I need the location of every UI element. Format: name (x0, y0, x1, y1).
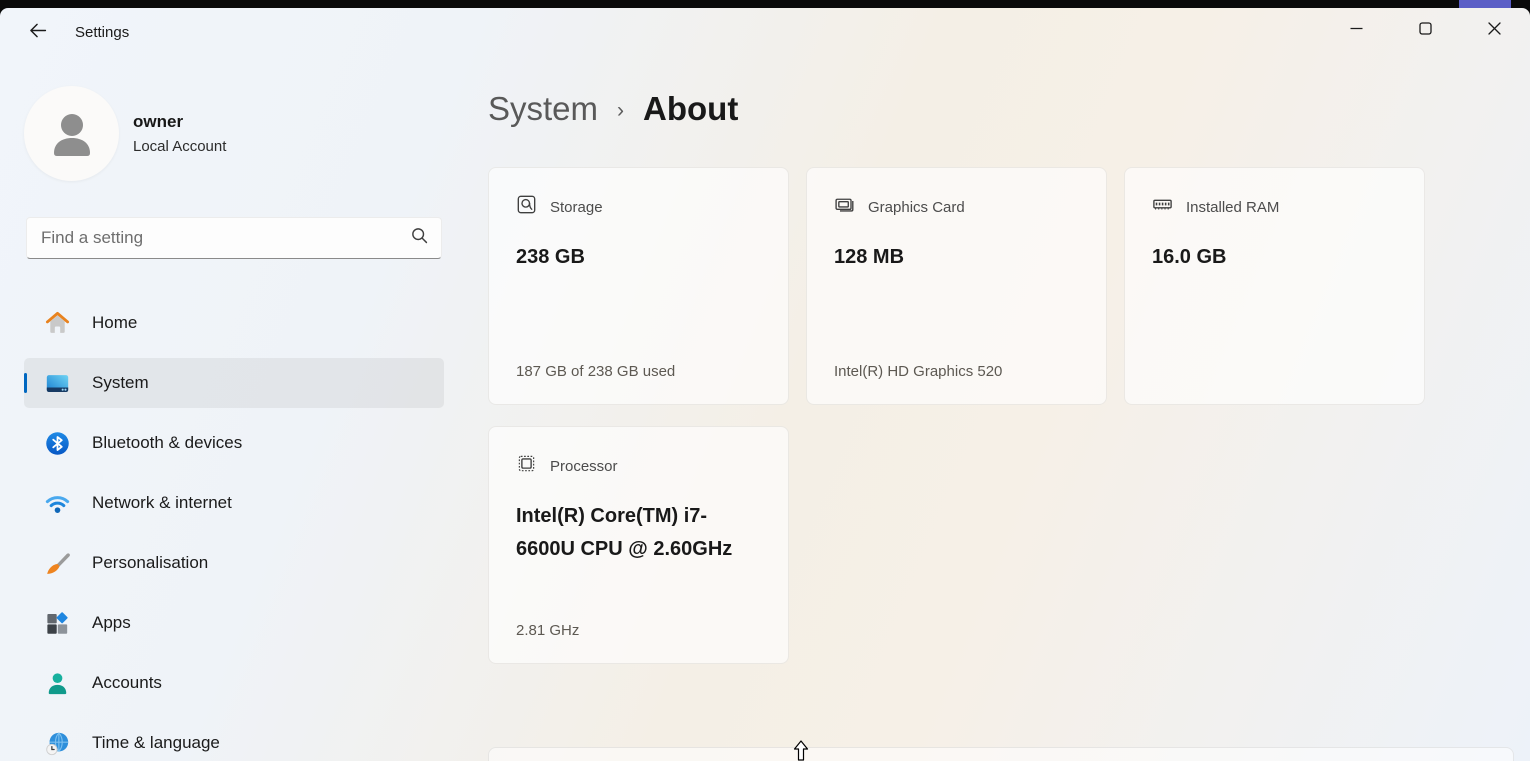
breadcrumb-system[interactable]: System (488, 90, 598, 128)
graphics-card-card[interactable]: Graphics Card 128 MB Intel(R) HD Graphic… (806, 167, 1107, 405)
sidebar-item-label: Time & language (92, 733, 220, 753)
ram-icon (1152, 194, 1173, 220)
apps-icon (44, 610, 71, 637)
card-detail (1152, 363, 1398, 381)
network-icon (44, 490, 71, 517)
search-icon (410, 226, 429, 250)
breadcrumb: System › About (488, 90, 738, 128)
spec-cards: Storage 238 GB 187 GB of 238 GB used Gra… (488, 167, 1428, 664)
processor-icon (516, 453, 537, 479)
card-label: Graphics Card (868, 199, 965, 216)
home-icon (44, 310, 71, 337)
card-detail: 2.81 GHz (516, 622, 762, 640)
sidebar-item-accounts[interactable]: Accounts (24, 658, 444, 708)
bluetooth-icon (44, 430, 71, 457)
user-account-row[interactable]: owner Local Account (24, 86, 226, 181)
mouse-cursor-up-arrow (792, 740, 810, 761)
page-title: About (643, 90, 738, 128)
settings-window: Settings owner Local Account (0, 8, 1530, 761)
sidebar-item-label: Apps (92, 613, 131, 633)
sidebar-item-label: Bluetooth & devices (92, 433, 242, 453)
accounts-icon (44, 670, 71, 697)
card-label: Storage (550, 199, 603, 216)
sidebar-item-label: Home (92, 313, 137, 333)
avatar (24, 86, 119, 181)
search-box[interactable] (26, 217, 442, 259)
sidebar-item-label: System (92, 373, 149, 393)
selection-indicator (24, 373, 27, 393)
sidebar-item-apps[interactable]: Apps (24, 598, 444, 648)
maximize-button[interactable] (1392, 8, 1458, 48)
minimize-button[interactable] (1323, 8, 1389, 48)
processor-card[interactable]: Processor Intel(R) Core(TM) i7-6600U CPU… (488, 426, 789, 664)
time-language-icon (44, 730, 71, 757)
sidebar-item-personalisation[interactable]: Personalisation (24, 538, 444, 588)
sidebar-item-time-language[interactable]: Time & language (24, 718, 444, 761)
system-icon (44, 370, 71, 397)
user-name: owner (133, 112, 226, 132)
sidebar-item-label: Accounts (92, 673, 162, 693)
back-arrow-icon (27, 20, 48, 46)
card-label: Processor (550, 458, 618, 475)
device-specs-expander-partial[interactable] (488, 747, 1514, 761)
sidebar-item-bluetooth-devices[interactable]: Bluetooth & devices (24, 418, 444, 468)
card-detail: Intel(R) HD Graphics 520 (834, 363, 1080, 381)
storage-card[interactable]: Storage 238 GB 187 GB of 238 GB used (488, 167, 789, 405)
title-bar: Settings (0, 8, 1530, 58)
close-button[interactable] (1461, 8, 1527, 48)
sidebar: owner Local Account Ho (0, 58, 460, 761)
sidebar-nav: Home System (24, 298, 444, 761)
card-value: 238 GB (516, 241, 762, 274)
search-input[interactable] (41, 228, 410, 248)
installed-ram-card[interactable]: Installed RAM 16.0 GB (1124, 167, 1425, 405)
graphics-card-icon (834, 194, 855, 220)
sidebar-item-network-internet[interactable]: Network & internet (24, 478, 444, 528)
card-value: 16.0 GB (1152, 241, 1398, 274)
storage-icon (516, 194, 537, 220)
sidebar-item-label: Network & internet (92, 493, 232, 513)
back-button[interactable] (20, 18, 54, 48)
sidebar-item-home[interactable]: Home (24, 298, 444, 348)
personalisation-icon (44, 550, 71, 577)
window-controls (1323, 8, 1527, 48)
window-title: Settings (75, 24, 129, 41)
taskbar-accent-strip (1459, 0, 1511, 8)
chevron-right-icon: › (617, 99, 624, 123)
sidebar-item-system[interactable]: System (24, 358, 444, 408)
card-value: 128 MB (834, 241, 1080, 274)
user-account-type: Local Account (133, 138, 226, 155)
card-value: Intel(R) Core(TM) i7-6600U CPU @ 2.60GHz (516, 500, 762, 566)
card-detail: 187 GB of 238 GB used (516, 363, 762, 381)
card-label: Installed RAM (1186, 199, 1279, 216)
person-icon (46, 108, 98, 160)
sidebar-item-label: Personalisation (92, 553, 208, 573)
